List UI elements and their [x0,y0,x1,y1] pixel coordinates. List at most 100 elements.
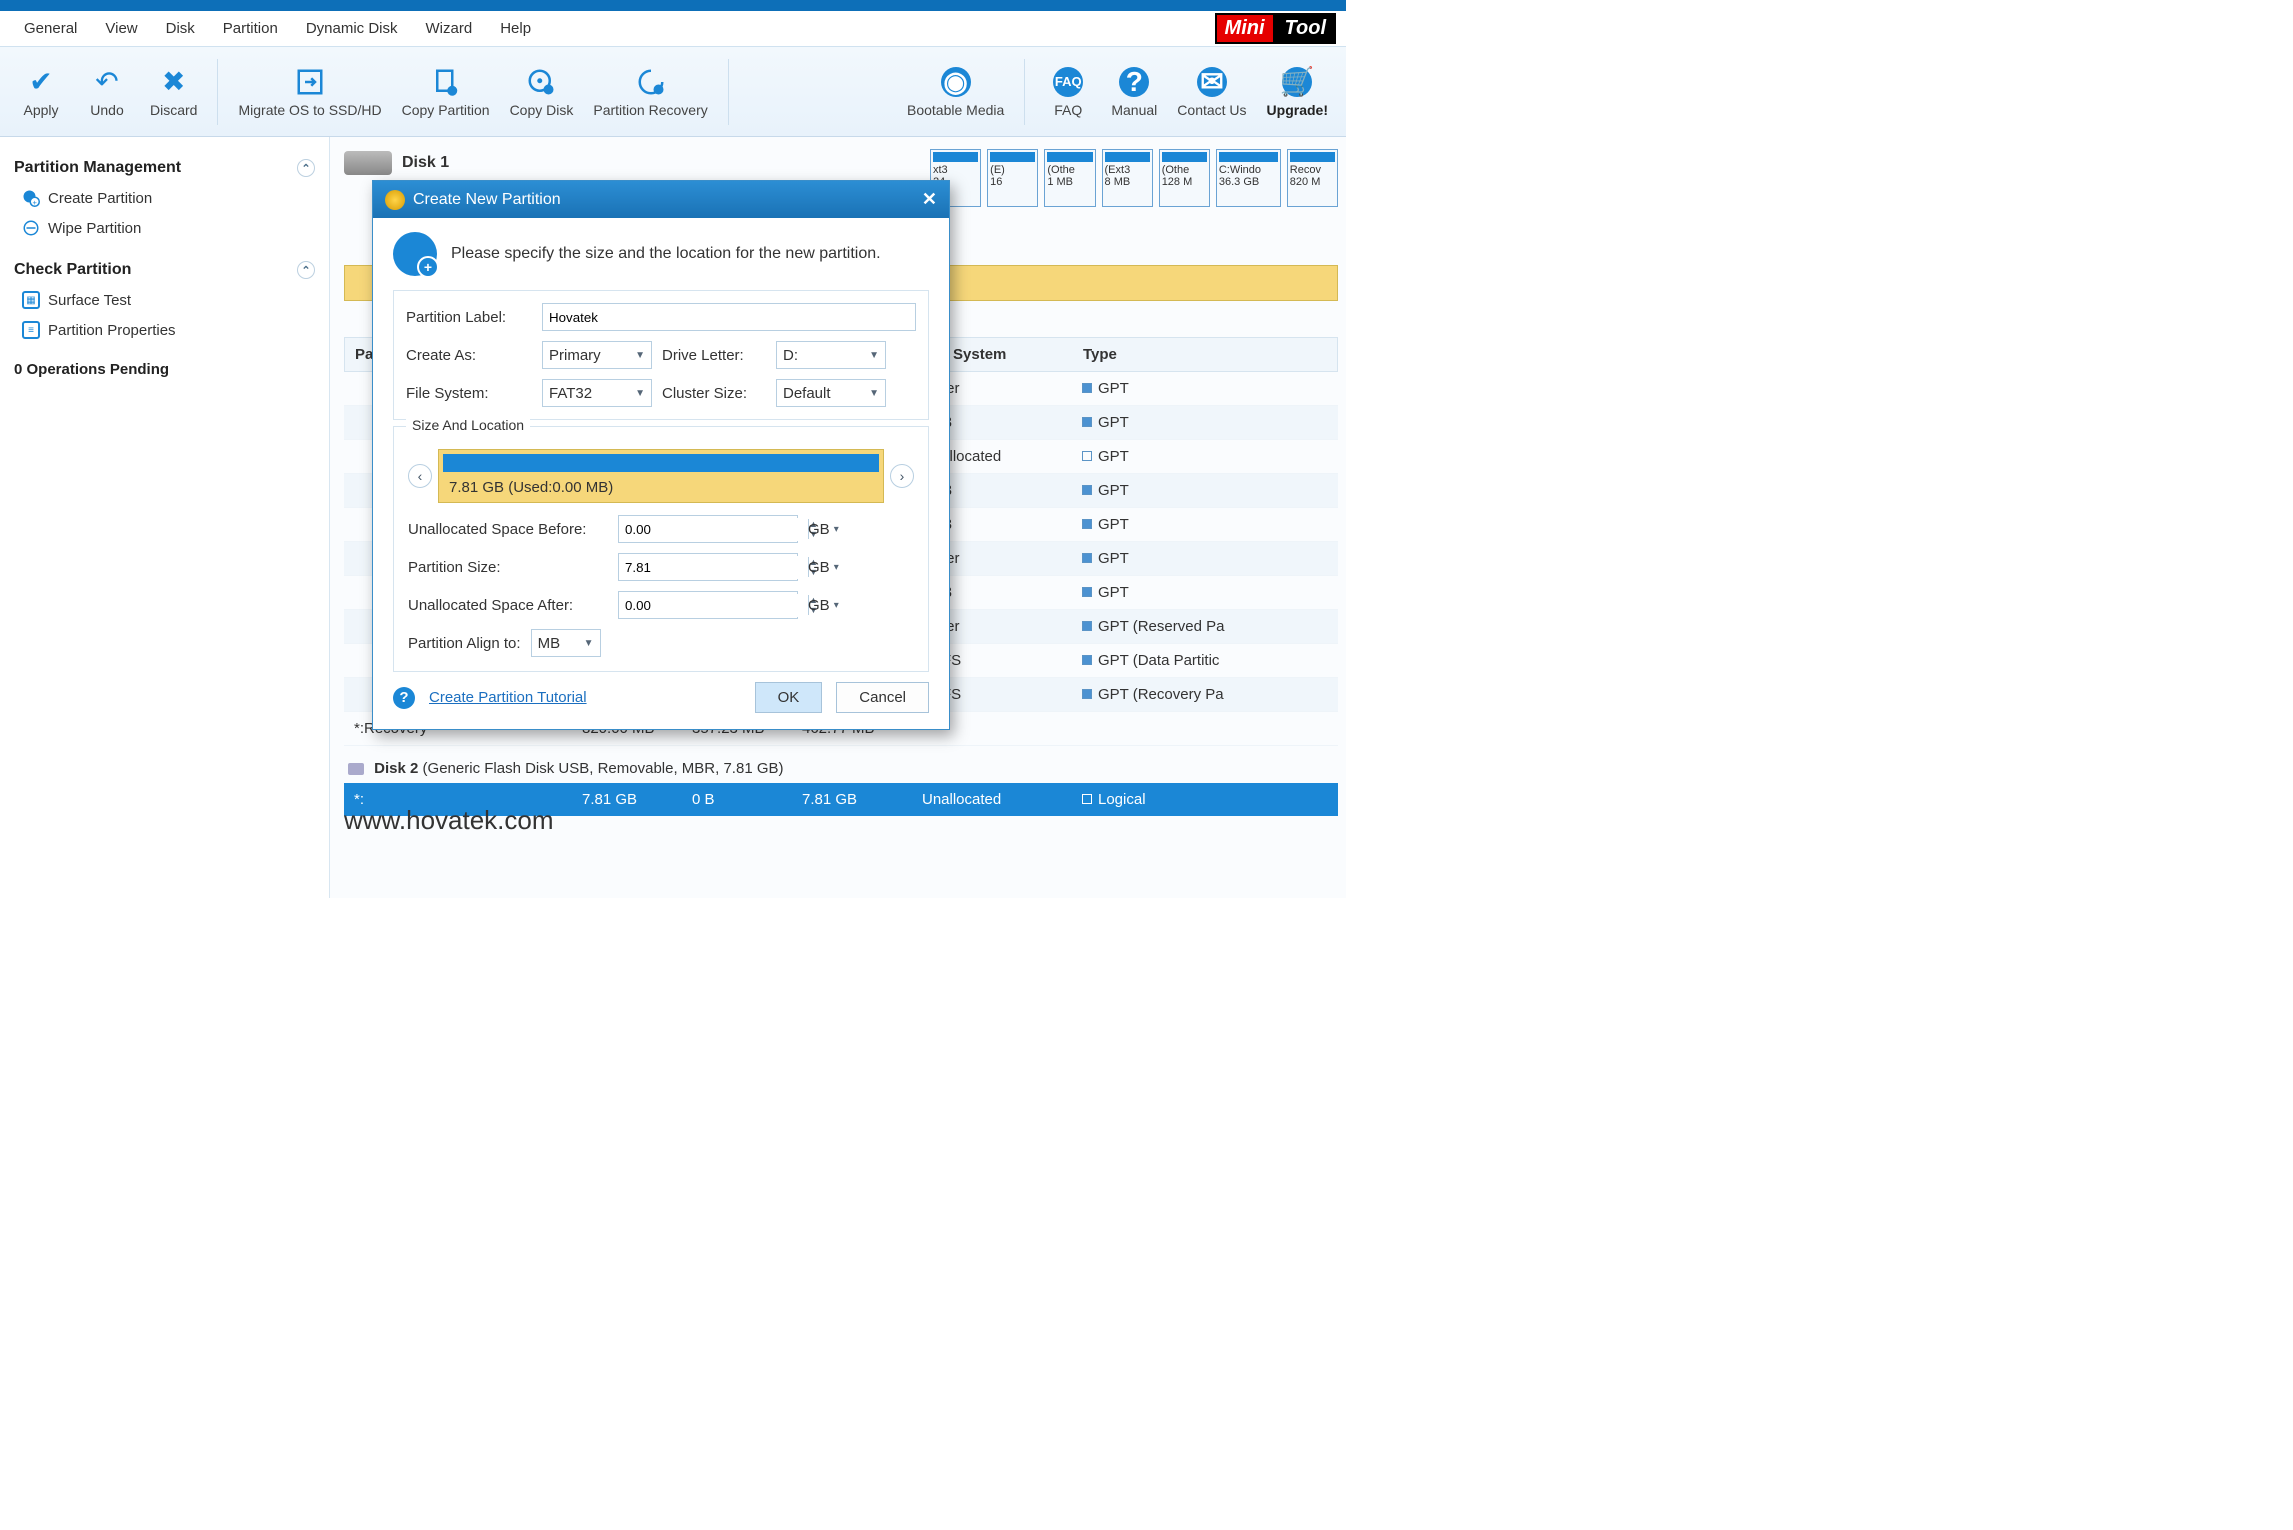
partition-map-block[interactable]: (E)16 [987,149,1038,207]
sidebar-heading-label: Partition Management [14,159,181,177]
toolbar-separator [728,59,729,125]
migrate-os-button[interactable]: Migrate OS to SSD/HD [232,53,387,131]
menu-dynamic-disk[interactable]: Dynamic Disk [292,14,412,43]
discard-button[interactable]: ✖ Discard [144,53,203,131]
copy-disk-icon [525,66,557,98]
copy-disk-button[interactable]: Copy Disk [504,53,580,131]
partition-map-block[interactable]: (Othe128 M [1159,149,1210,207]
unalloc-after-label: Unallocated Space After: [408,597,608,614]
menu-general[interactable]: General [10,14,91,43]
manual-button[interactable]: ? Manual [1105,53,1163,131]
align-to-label: Partition Align to: [408,635,521,652]
sidebar-heading-label: Check Partition [14,261,131,279]
unit-label: GB [808,521,830,538]
upgrade-button[interactable]: 🛒Upgrade! [1261,53,1334,131]
partition-map-block[interactable]: C:Windo36.3 GB [1216,149,1281,207]
manual-label: Manual [1111,102,1157,118]
align-to-select[interactable]: MB▼ [531,629,601,657]
slider-right-button[interactable]: › [890,464,914,488]
dialog-title-bar[interactable]: Create New Partition ✕ [373,181,949,218]
disk2-details: (Generic Flash Disk USB, Removable, MBR,… [423,760,784,777]
cancel-button[interactable]: Cancel [836,682,929,713]
svg-text:+: + [33,198,38,207]
sidebar-section-partition-management[interactable]: Partition Management ⌃ [14,159,315,177]
dialog-body: Please specify the size and the location… [373,218,949,729]
upgrade-label: Upgrade! [1267,102,1328,118]
create-partition-icon [393,232,437,276]
help-icon[interactable]: ? [393,687,415,709]
unalloc-before-input[interactable]: ▲▼ [618,515,798,543]
dialog-app-icon [385,190,405,210]
size-slider[interactable]: 7.81 GB (Used:0.00 MB) [438,449,884,503]
slider-fill [443,454,879,472]
partition-map: xt324 (E)16 (Othe1 MB (Ext38 MB (Othe128… [930,149,1338,207]
disk1-label: Disk 1 [402,154,449,172]
create-as-select[interactable]: Primary▼ [542,341,652,369]
recovery-icon [635,66,667,98]
tutorial-link[interactable]: Create Partition Tutorial [429,689,587,706]
discard-label: Discard [150,102,197,118]
undo-icon: ↶ [91,66,123,98]
contact-label: Contact Us [1177,102,1246,118]
migrate-label: Migrate OS to SSD/HD [238,102,381,118]
help-icon: ? [1118,66,1150,98]
partition-size-input[interactable]: ▲▼ [618,553,798,581]
check-icon: ✔ [25,66,57,98]
dialog-close-icon[interactable]: ✕ [922,189,937,210]
partition-label-input[interactable] [542,303,916,331]
sidebar-item-wipe-partition[interactable]: Wipe Partition [14,213,315,243]
toolbar: ✔Apply ↶ Undo ✖ Discard Migrate OS to SSD/… [0,47,1346,137]
drive-letter-select[interactable]: D:▼ [776,341,886,369]
undo-button[interactable]: ↶ Undo [78,53,136,131]
undo-label: Undo [90,102,123,118]
faq-label: FAQ [1054,102,1082,118]
slider-left-button[interactable]: ‹ [408,464,432,488]
chevron-down-icon: ▼ [635,388,645,399]
menu-view[interactable]: View [91,14,151,43]
brand-logo: Mini Tool [1215,13,1336,44]
bootable-media-button[interactable]: ◉Bootable Media [901,53,1010,131]
menu-wizard[interactable]: Wizard [412,14,487,43]
sidebar-item-partition-properties[interactable]: ≡ Partition Properties [14,315,315,345]
partition-map-block[interactable]: Recov820 M [1287,149,1338,207]
copy-disk-label: Copy Disk [510,102,574,118]
sidebar-item-label: Surface Test [48,292,131,309]
sidebar-item-label: Wipe Partition [48,220,141,237]
sidebar: Partition Management ⌃ + Create Partitio… [0,137,330,898]
chevron-down-icon: ▼ [869,350,879,361]
ok-button[interactable]: OK [755,682,823,713]
contact-button[interactable]: ✉Contact Us [1171,53,1252,131]
menu-partition[interactable]: Partition [209,14,292,43]
disk1-header: Disk 1 [344,151,449,175]
menu-help[interactable]: Help [486,14,545,43]
chevron-down-icon[interactable]: ▾ [834,524,839,535]
chevron-down-icon[interactable]: ▾ [834,600,839,611]
chevron-down-icon[interactable]: ▾ [834,562,839,573]
disk-icon [344,151,392,175]
menu-disk[interactable]: Disk [152,14,209,43]
usb-icon [348,763,364,775]
chevron-down-icon: ▼ [869,388,879,399]
create-partition-icon: + [22,189,40,207]
partition-map-block[interactable]: (Ext38 MB [1102,149,1153,207]
unalloc-after-input[interactable]: ▲▼ [618,591,798,619]
file-system-select[interactable]: FAT32▼ [542,379,652,407]
partition-recovery-button[interactable]: Partition Recovery [587,53,713,131]
sidebar-item-surface-test[interactable]: ▦ Surface Test [14,285,315,315]
brand-logo-tool: Tool [1275,13,1336,44]
cluster-size-select[interactable]: Default▼ [776,379,886,407]
partition-label-label: Partition Label: [406,309,532,326]
partition-map-block[interactable]: (Othe1 MB [1044,149,1095,207]
apply-button[interactable]: ✔Apply [12,53,70,131]
unit-label: GB [808,597,830,614]
disc-icon: ◉ [940,66,972,98]
faq-button[interactable]: FAQFAQ [1039,53,1097,131]
col-type[interactable]: Type [1073,338,1337,371]
sidebar-section-check-partition[interactable]: Check Partition ⌃ [14,261,315,279]
copy-partition-button[interactable]: Copy Partition [396,53,496,131]
migrate-icon [294,66,326,98]
sidebar-item-create-partition[interactable]: + Create Partition [14,183,315,213]
chevron-up-icon: ⌃ [297,159,315,177]
close-icon: ✖ [158,66,190,98]
disk2-heading: Disk 2 (Generic Flash Disk USB, Removabl… [344,746,1338,783]
